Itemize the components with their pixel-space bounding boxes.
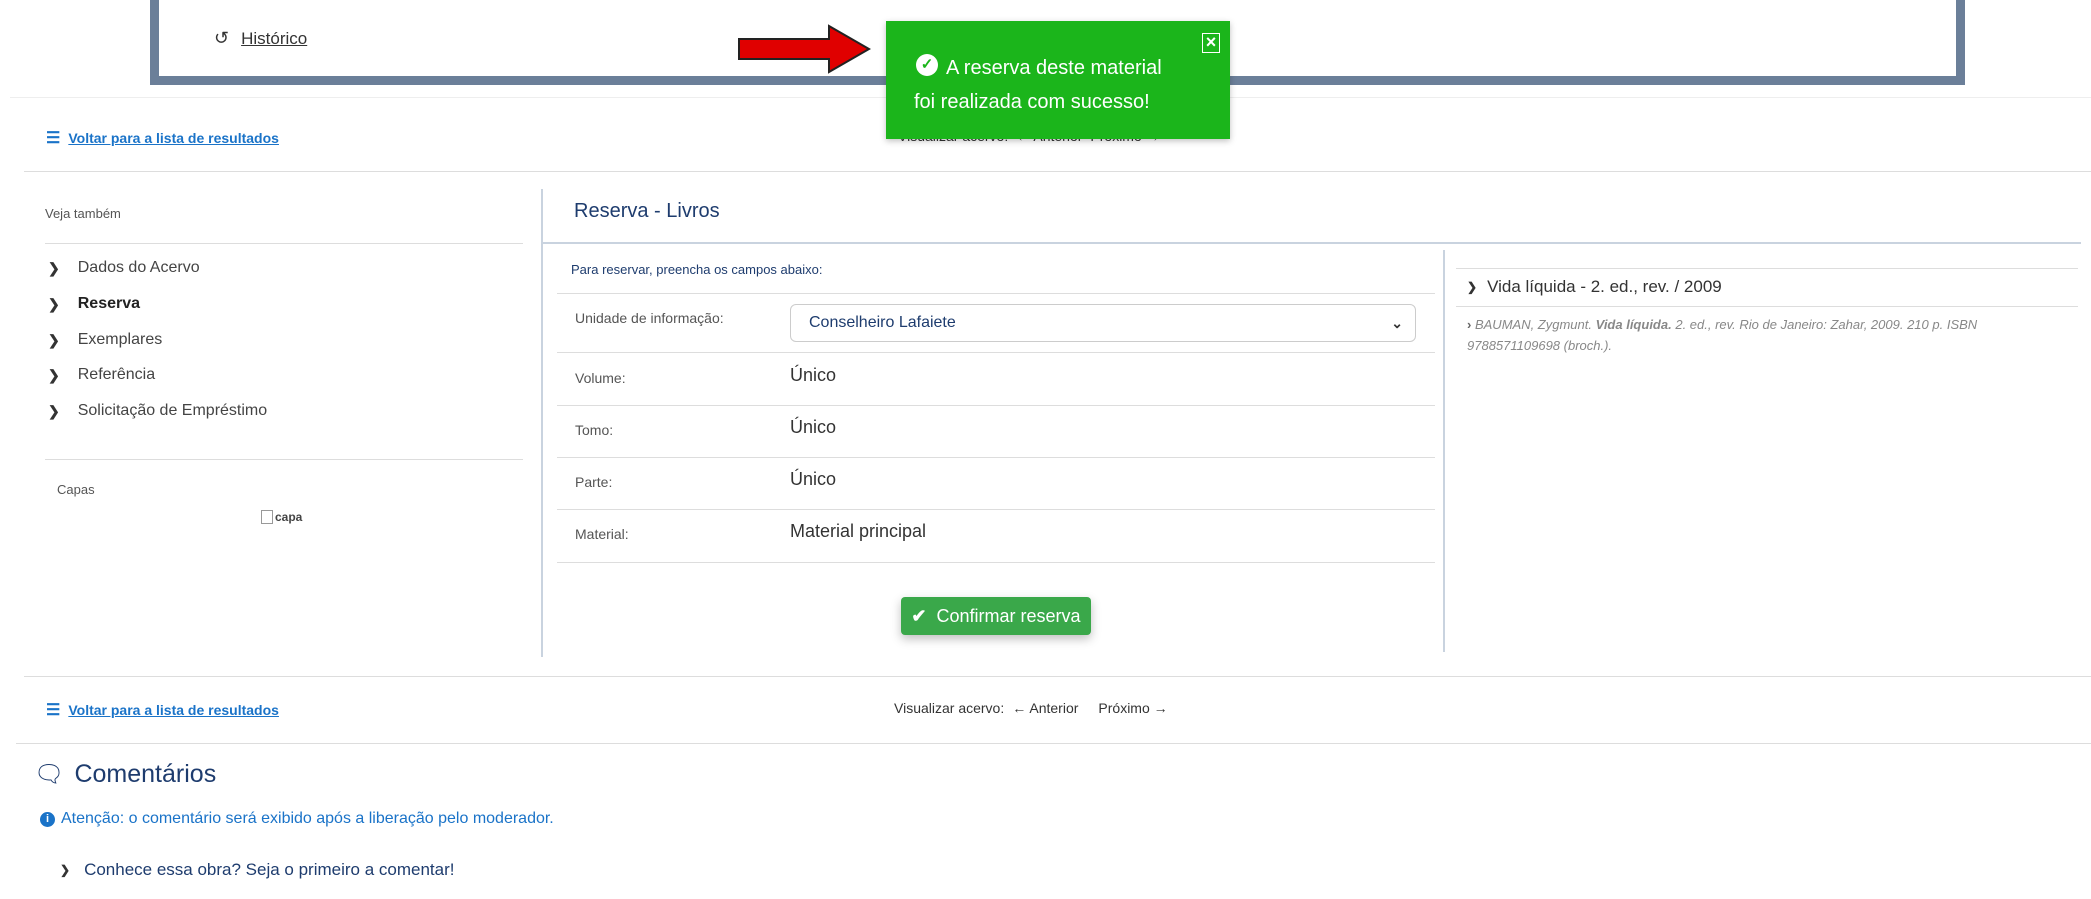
sidebar-item-reserva[interactable]: ❯ Reserva [48,295,140,313]
toast-message-line2: foi realizada com sucesso! [914,91,1150,113]
next-button[interactable]: Próximo → [1098,700,1167,716]
covers-title: Capas [57,482,95,497]
material-label: Material: [575,526,629,542]
divider [45,459,523,460]
tomo-label: Tomo: [575,422,614,438]
success-toast: ✓ A reserva deste material foi realizada… [886,21,1230,139]
divider [557,293,1435,294]
cover-image: capa [261,510,302,524]
chevron-right-icon: ❯ [1467,280,1478,294]
confirm-reservation-button[interactable]: ✔ Confirmar reserva [901,597,1091,635]
prev-button[interactable]: ← Anterior [1012,700,1078,716]
divider [1456,306,2078,307]
parte-value: Único [790,469,837,489]
chevron-down-icon: ⌄ [1391,314,1403,331]
sidebar-title: Veja também [45,206,121,221]
divider [557,562,1435,563]
divider [24,676,2091,677]
chevron-right-icon: › [1467,317,1472,332]
divider [557,509,1435,510]
divider [1443,250,1445,652]
divider [24,171,2091,172]
history-icon: ↺ [214,28,230,48]
divider [557,405,1435,406]
red-arrow-icon [738,24,871,74]
comments-notice: i Atenção: o comentário será exibido apó… [40,810,554,828]
divider [557,457,1435,458]
acervo-nav-bottom: Visualizar acervo: ← Anterior Próximo → [894,700,1168,716]
check-icon: ✔ [911,605,927,626]
divider [541,189,543,657]
unidade-label: Unidade de informação: [575,310,724,326]
sidebar-item-emprestimo[interactable]: ❯ Solicitação de Empréstimo [48,402,267,420]
historico-link[interactable]: ↺ Histórico [214,28,307,49]
parte-label: Parte: [575,474,613,490]
back-to-results-bottom[interactable]: ☰ Voltar para a lista de resultados [46,700,279,720]
sidebar-item-referencia[interactable]: ❯ Referência [48,366,155,384]
list-icon: ☰ [46,702,61,719]
divider [16,743,2091,744]
volume-label: Volume: [575,370,626,386]
reserva-title: Reserva - Livros [574,200,720,222]
divider [543,242,2081,244]
back-link[interactable]: Voltar para a lista de resultados [68,130,279,146]
divider [557,352,1435,353]
divider [45,243,523,244]
broken-image-icon [261,510,273,524]
back-to-results-top[interactable]: ☰ Voltar para a lista de resultados [46,128,279,148]
first-comment-link[interactable]: ❯ Conhece essa obra? Seja o primeiro a c… [60,860,455,880]
chevron-right-icon: ❯ [48,402,60,419]
chevron-right-icon: ❯ [48,259,60,276]
sidebar-item-dados[interactable]: ❯ Dados do Acervo [48,259,200,277]
form-instructions: Para reservar, preencha os campos abaixo… [571,262,823,277]
chevron-right-icon: ❯ [48,295,60,312]
volume-value: Único [790,365,837,385]
sidebar-item-exemplares[interactable]: ❯ Exemplares [48,331,162,349]
toast-message-line1: A reserva deste material [946,57,1162,79]
tomo-value: Único [790,417,837,437]
chevron-right-icon: ❯ [48,366,60,383]
info-icon: i [40,811,55,827]
unidade-select[interactable]: Conselheiro Lafaiete ⌄ [790,304,1416,342]
back-link[interactable]: Voltar para a lista de resultados [68,702,279,718]
record-title[interactable]: ❯ Vida líquida - 2. ed., rev. / 2009 [1467,277,1722,297]
chevron-right-icon: ❯ [48,331,60,348]
divider [1456,268,2078,269]
comments-icon: 🗨 [34,761,65,788]
record-reference: › BAUMAN, Zygmunt. Vida líquida. 2. ed.,… [1467,317,1978,353]
close-icon[interactable]: × [1202,33,1220,53]
chevron-right-icon: ❯ [60,863,71,877]
comments-header: 🗨 Comentários [34,760,217,788]
material-value: Material principal [790,521,927,541]
list-icon: ☰ [46,130,61,147]
